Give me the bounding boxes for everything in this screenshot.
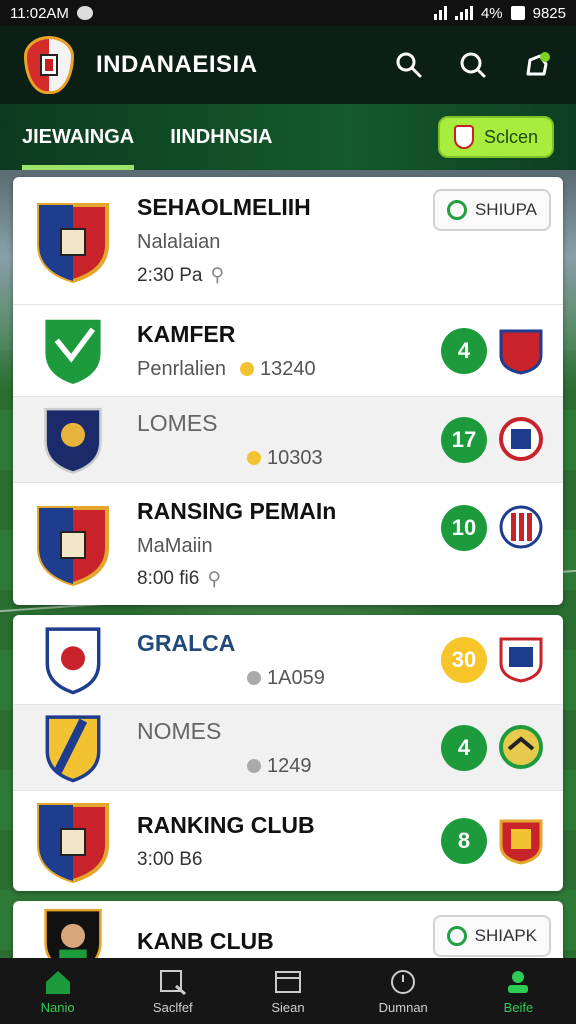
signal-icon — [454, 6, 473, 20]
share-button[interactable]: SHIUPA — [432, 189, 551, 231]
messenger-icon — [76, 6, 93, 20]
score-badge: 30 — [441, 637, 487, 683]
list-item[interactable]: NOMES 1249 4 — [13, 705, 563, 791]
share-button[interactable]: SHIAPK — [432, 915, 551, 957]
nav-stream[interactable]: Siean — [230, 958, 345, 1024]
tab-iindhnsia[interactable]: IINDHNSIA — [170, 104, 272, 170]
crest-icon — [453, 125, 474, 149]
match-time: 2:30 Pa — [137, 264, 203, 286]
coin-icon — [247, 759, 261, 774]
list-item[interactable]: SEHAOLMELIIH Nalalaian 2:30 Pa ⚲ SHIUPA — [13, 177, 563, 305]
profile-icon — [508, 970, 529, 993]
home-icon — [45, 970, 70, 994]
list-item[interactable]: RANKING CLUB 3:00 B6 8 — [13, 791, 563, 891]
box-icon — [275, 970, 301, 993]
app-logo — [24, 36, 74, 94]
coin-count: 10303 — [267, 446, 323, 469]
score-badge: 8 — [441, 818, 487, 864]
pin-icon: ⚲ — [210, 265, 225, 286]
list-item[interactable]: LOMES 10303 17 — [13, 397, 563, 483]
status-clock: 9825 — [532, 4, 566, 22]
list-item[interactable]: KAMFER Penrlalien 13240 4 — [13, 305, 563, 397]
opponent-crest-icon — [499, 725, 543, 769]
team-subtitle: Nalalaian — [137, 231, 221, 253]
share-button-label: SHIAPK — [474, 926, 537, 945]
coin-count: 13240 — [259, 357, 316, 380]
search-icon — [159, 969, 186, 995]
match-group: SEHAOLMELIIH Nalalaian 2:30 Pa ⚲ SHIUPA K… — [13, 177, 563, 605]
score-badge: 4 — [441, 725, 487, 771]
list-item[interactable]: RANSING PEMAIn MaMaiin 8:00 fi6 ⚲ 10 — [13, 483, 563, 605]
nav-label: Siean — [271, 999, 305, 1015]
team-crest-icon — [37, 506, 109, 586]
tab-jiewainga[interactable]: JIEWAINGA — [22, 104, 135, 170]
select-button-label: Sclcen — [483, 126, 538, 147]
tab-bar: JIEWAINGA IINDHNSIA Sclcen — [0, 104, 576, 170]
coin-count: 1A059 — [267, 666, 325, 689]
status-bar: 11:02AM 4% 9825 — [0, 0, 576, 26]
team-crest-icon — [37, 202, 109, 283]
opponent-crest-icon — [499, 637, 543, 683]
nav-search[interactable]: Saclfef — [115, 958, 230, 1024]
team-crest-icon — [42, 316, 104, 387]
share-button-label: SHIUPA — [474, 200, 537, 219]
bottom-nav: Nanio Saclfef Siean Dumnan Beife — [0, 958, 576, 1024]
nav-profile[interactable]: Beife — [461, 958, 576, 1024]
search-icon[interactable] — [394, 50, 424, 80]
battery-icon — [510, 6, 525, 20]
opponent-crest-icon — [499, 505, 543, 549]
chat-icon — [446, 200, 467, 220]
clock-icon — [391, 969, 416, 994]
battery-percent: 4% — [480, 4, 503, 22]
opponent-crest-icon — [499, 819, 543, 865]
coin-icon — [239, 362, 254, 377]
wifi-icon — [433, 6, 447, 20]
app-title: INDANAEISIA — [96, 51, 258, 78]
score-badge: 4 — [441, 328, 487, 374]
match-list: SEHAOLMELIIH Nalalaian 2:30 Pa ⚲ SHIUPA K… — [13, 177, 563, 991]
app-header: INDANAEISIA — [0, 26, 576, 104]
nav-home[interactable]: Nanio — [0, 958, 115, 1024]
team-crest-icon — [45, 714, 101, 782]
team-crest-icon — [37, 803, 109, 883]
list-item[interactable]: GRALCA 1A059 30 — [13, 615, 563, 705]
nav-label: Beife — [503, 999, 534, 1015]
score-badge: 17 — [441, 417, 487, 463]
nav-label: Saclfef — [152, 999, 193, 1015]
match-group: GRALCA 1A059 30 NOMES 1249 4 RANKING CLU… — [13, 615, 563, 891]
coin-icon — [247, 451, 261, 466]
nav-label: Dumnan — [378, 999, 428, 1015]
team-crest-icon — [45, 626, 101, 694]
status-time: 11:02AM — [10, 4, 69, 22]
search-alt-icon[interactable] — [458, 50, 488, 80]
select-button[interactable]: Sclcen — [437, 116, 554, 158]
pin-icon: ⚲ — [207, 568, 222, 590]
nav-schedule[interactable]: Dumnan — [346, 958, 461, 1024]
opponent-crest-icon — [499, 417, 543, 461]
opponent-crest-icon — [499, 329, 543, 375]
team-subtitle: Penrlalien — [137, 357, 226, 380]
coin-count: 1249 — [267, 754, 312, 777]
coin-icon — [247, 671, 261, 686]
nav-label: Nanio — [40, 999, 75, 1015]
match-time: 8:00 fi6 — [137, 568, 200, 589]
team-crest-icon — [44, 407, 102, 474]
chat-icon — [446, 926, 467, 946]
score-badge: 10 — [441, 505, 487, 551]
notification-icon[interactable] — [522, 50, 552, 80]
